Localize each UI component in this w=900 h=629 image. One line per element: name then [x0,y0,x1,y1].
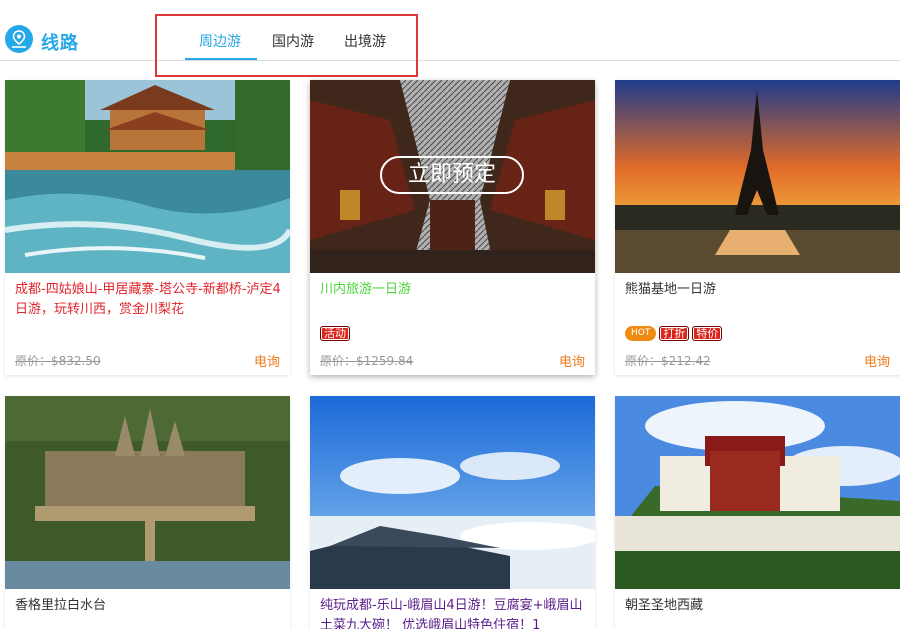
route-card[interactable]: 纯玩成都-乐山-峨眉山4日游！豆腐宴+峨眉山土菜九大碗！ 优选峨眉山特色住宿！1 [310,396,595,629]
route-card[interactable]: 香格里拉白水台 [5,396,290,629]
tag-hot: HOT [625,325,657,341]
book-now-button[interactable]: 立即预定 [380,156,524,194]
inquire-link[interactable]: 电询 [864,351,890,370]
original-price: 原价：$1259.84 [320,354,414,368]
route-card[interactable]: 成都-四姑娘山-甲居藏寨-塔公寺-新都桥-泸定4日游，玩转川西，赏金川梨花 原价… [5,80,290,375]
route-thumbnail[interactable] [5,80,290,273]
route-thumbnail[interactable] [5,396,290,589]
tag-special: 特价 [692,325,723,341]
header-divider [0,60,900,61]
route-tags: HOT 打折 特价 [625,325,723,341]
route-title[interactable]: 香格里拉白水台 [15,596,281,616]
original-price: 原价：$832.50 [15,354,101,368]
tabs-highlight-box [155,14,418,77]
route-title[interactable]: 朝圣圣地西藏 [625,596,891,616]
inquire-link[interactable]: 电询 [254,351,280,370]
inquire-link[interactable]: 电询 [559,351,585,370]
route-tags: 活动 [320,325,350,341]
route-title[interactable]: 川内旅游一日游 [320,280,586,300]
section-header: 线路 周边游 国内游 出境游 [0,0,900,77]
section-title: 线路 [41,33,79,54]
route-title[interactable]: 纯玩成都-乐山-峨眉山4日游！豆腐宴+峨眉山土菜九大碗！ 优选峨眉山特色住宿！1 [320,596,586,629]
tag-discount: 打折 [659,325,690,341]
route-thumbnail[interactable] [615,396,900,589]
route-title[interactable]: 熊猫基地一日游 [625,280,891,300]
tag-activity: 活动 [320,325,350,341]
route-card[interactable]: 朝圣圣地西藏 [615,396,900,629]
route-card[interactable]: 熊猫基地一日游 HOT 打折 特价 原价：$212.42 电询 [615,80,900,375]
route-thumbnail[interactable]: 立即预定 [310,80,595,273]
route-icon [5,25,33,53]
original-price: 原价：$212.42 [625,354,711,368]
route-card[interactable]: 立即预定 川内旅游一日游 活动 原价：$1259.84 电询 [310,80,595,375]
route-title[interactable]: 成都-四姑娘山-甲居藏寨-塔公寺-新都桥-泸定4日游，玩转川西，赏金川梨花 [15,280,281,320]
route-thumbnail[interactable] [310,396,595,589]
route-thumbnail[interactable] [615,80,900,273]
